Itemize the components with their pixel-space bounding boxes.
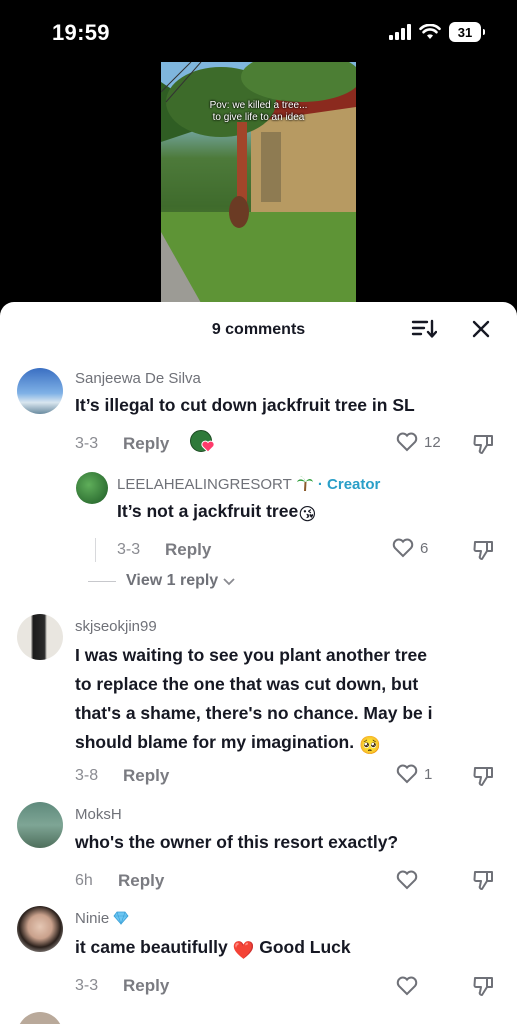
comment-username[interactable]: MoksH [75,806,122,823]
avatar[interactable] [76,472,108,504]
heart-outline-icon[interactable] [396,976,418,996]
comment-text: It’s not a jackfruit tree😘 [117,497,316,529]
comment-item: Sanjeewa De Silva It’s illegal to cut do… [0,364,517,474]
comment-item: Ninie it came beautifully ❤️ Good Luck 3… [0,904,517,1004]
comment-text: It’s illegal to cut down jackfruit tree … [75,395,415,415]
comment-date: 3-8 [75,767,99,784]
red-heart-emoji: ❤️ [232,940,255,960]
status-time: 19:59 [52,20,110,45]
reply-button[interactable]: Reply [123,766,169,786]
diamond-icon [113,911,129,925]
heart-outline-icon[interactable] [396,870,418,890]
kissing-face-emoji: 😘 [298,504,317,524]
thread-line [95,538,96,562]
reply-button[interactable]: Reply [165,540,211,560]
like-count: 6 [420,539,429,557]
comment-date: 3-3 [75,435,99,452]
comment-date: 3-3 [117,541,141,558]
comment-item: MoksH who's the owner of this resort exa… [0,800,517,900]
battery-indicator: 31 [449,22,485,42]
status-bar: 19:59 31 [0,0,517,60]
dislike-icon[interactable] [472,432,496,456]
comment-text: who's the owner of this resort exactly? [75,832,399,852]
dislike-icon[interactable] [472,974,496,998]
sheet-header: 9 comments [0,302,517,356]
creator-tag: · Creator [317,476,381,493]
avatar[interactable] [17,802,63,848]
avatar[interactable] [17,614,63,660]
close-icon[interactable] [470,318,492,340]
dislike-icon[interactable] [472,868,496,892]
wifi-icon [419,24,441,39]
video-preview[interactable]: Pov: we killed a tree... to give life to… [161,62,356,303]
divider-line [88,580,116,582]
comment-date: 6h [75,872,93,889]
video-caption: Pov: we killed a tree... to give life to… [209,100,308,123]
like-button[interactable]: 6 [392,538,428,558]
status-icons: 31 [389,22,485,42]
view-replies-button[interactable]: View 1 reply [88,572,236,590]
creator-liked-badge [190,430,216,456]
heart-outline-icon [396,432,418,452]
palm-tree-icon [296,476,313,492]
comment-username[interactable]: skjseokjin99 [75,618,157,635]
avatar[interactable] [17,906,63,952]
like-count: 12 [424,433,441,451]
comment-text: it came beautifully ❤️ Good Luck [75,933,351,965]
comments-sheet: 9 comments Sanjeewa De Silva It’s illega… [0,302,517,1024]
reply-item: LEELAHEALINGRESORT · Creator It’s not a … [0,466,517,566]
comment-username[interactable]: Ninie [75,910,129,927]
comment-username[interactable]: LEELAHEALINGRESORT · Creator [117,474,380,493]
reply-button[interactable]: Reply [118,871,164,891]
comment-item: skjseokjin99 I was waiting to see you pl… [0,612,517,792]
cellular-signal-icon [389,24,411,40]
pleading-face-emoji: 🥺 [358,735,381,755]
comments-count: 9 comments [211,321,306,338]
reply-button[interactable]: Reply [123,976,169,996]
like-button[interactable]: 12 [396,432,441,452]
dislike-icon[interactable] [472,538,496,562]
comment-date: 3-3 [75,977,99,994]
heart-icon [201,440,215,453]
like-count: 1 [424,765,433,783]
comment-text: I was waiting to see you plant another t… [75,641,505,760]
heart-outline-icon [392,538,414,558]
heart-outline-icon [396,764,418,784]
avatar[interactable] [17,1012,63,1024]
sort-icon[interactable] [411,318,437,340]
reply-button[interactable]: Reply [123,434,169,454]
chevron-down-icon [223,578,235,586]
video-scene [161,62,356,303]
avatar[interactable] [17,368,63,414]
comment-username[interactable]: Sanjeewa De Silva [75,370,201,387]
like-button[interactable]: 1 [396,764,432,784]
dislike-icon[interactable] [472,764,496,788]
